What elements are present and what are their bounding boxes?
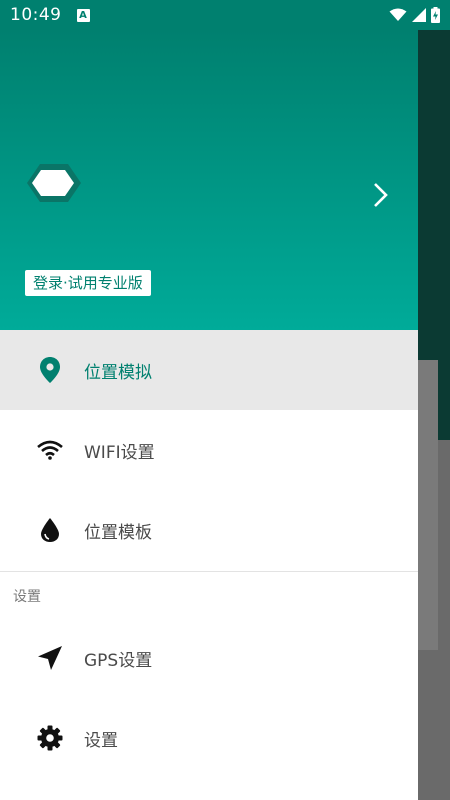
drawer-header[interactable]: 登录·试用专业版 <box>0 30 418 330</box>
menu-item-label: GPS设置 <box>84 650 153 671</box>
chevron-right-icon[interactable] <box>368 180 392 210</box>
status-time: 10:49 <box>10 5 62 25</box>
menu-item-location-template[interactable]: 位置模板 <box>0 490 418 570</box>
signal-icon <box>412 8 426 22</box>
location-pin-icon <box>36 356 64 384</box>
background-app-card <box>418 360 438 650</box>
hexagon-avatar-icon[interactable] <box>27 160 81 206</box>
wifi-icon <box>389 8 407 21</box>
menu-item-wifi-settings[interactable]: WIFI设置 <box>0 410 418 490</box>
status-icons <box>389 7 440 23</box>
navigation-drawer: 登录·试用专业版 位置模拟 WIFI设置 位置模板 设置 GPS设置 设置 <box>0 0 418 800</box>
menu-item-gps-settings[interactable]: GPS设置 <box>0 618 418 698</box>
section-header-settings: 设置 <box>13 589 41 605</box>
menu-item-label: 位置模拟 <box>84 362 152 383</box>
menu-item-label: 位置模板 <box>84 522 152 543</box>
drawer-menu: 位置模拟 WIFI设置 位置模板 设置 GPS设置 设置 <box>0 330 418 778</box>
notification-a-icon: A <box>76 8 90 22</box>
menu-item-settings[interactable]: 设置 <box>0 698 418 778</box>
gear-icon <box>36 724 64 752</box>
wifi-icon <box>36 436 64 464</box>
navigation-arrow-icon <box>36 644 64 672</box>
status-bar: 10:49 A <box>0 0 450 30</box>
login-trial-button[interactable]: 登录·试用专业版 <box>25 270 151 296</box>
water-drop-icon <box>36 516 64 544</box>
menu-item-label: 设置 <box>84 730 118 751</box>
battery-charging-icon <box>431 7 440 23</box>
menu-item-label: WIFI设置 <box>84 442 155 463</box>
menu-item-location-simulation[interactable]: 位置模拟 <box>0 330 418 410</box>
